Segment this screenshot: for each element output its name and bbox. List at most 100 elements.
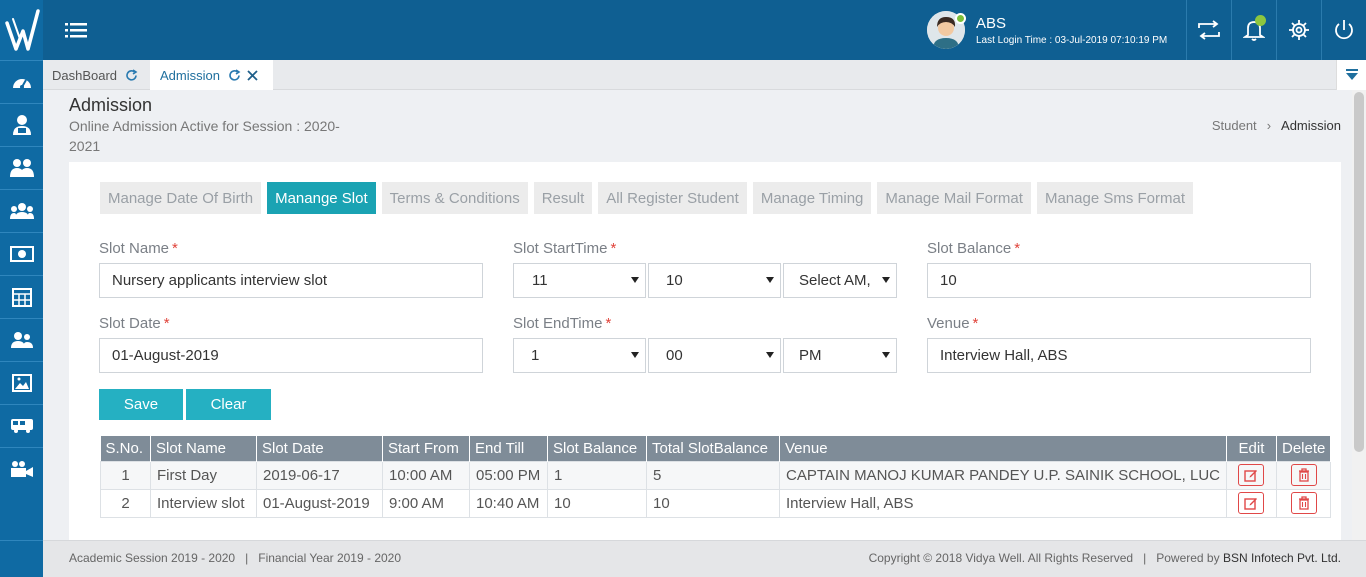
slot-name-label-text: Slot Name [99, 240, 170, 257]
menu-toggle-button[interactable] [65, 20, 87, 40]
slot-table: S.No. Slot Name Slot Date Start From End… [100, 436, 1332, 518]
footer-session-info: Academic Session 2019 - 2020 | Financial… [69, 551, 401, 565]
cell-venue: CAPTAIN MANOJ KUMAR PANDEY U.P. SAINIK S… [779, 460, 1227, 490]
subtab-manage-timing[interactable]: Manage Timing [752, 182, 872, 214]
start-ampm-value: Select AM, [799, 272, 871, 289]
powered-by-prefix: Powered by [1156, 551, 1220, 565]
clear-button[interactable]: Clear [186, 389, 271, 420]
end-minute-select[interactable]: 00 [648, 338, 781, 373]
edit-button[interactable] [1238, 464, 1265, 486]
app-logo[interactable] [0, 0, 43, 60]
subtab-manage-slot[interactable]: Manange Slot [267, 182, 376, 214]
refresh-icon[interactable] [125, 68, 138, 82]
logout-button[interactable] [1321, 0, 1366, 60]
start-ampm-select[interactable]: Select AM, [783, 263, 897, 298]
nav-transport[interactable] [0, 404, 43, 447]
subtab-manage-mail-format[interactable]: Manage Mail Format [877, 182, 1031, 214]
nav-dashboard[interactable] [0, 60, 43, 103]
edit-icon [1244, 470, 1258, 482]
tab-dashboard-label: DashBoard [52, 67, 118, 83]
trash-icon [1298, 468, 1309, 482]
slot-name-label: Slot Name * [99, 240, 178, 257]
slot-date-input[interactable]: 01-August-2019 [99, 338, 483, 373]
breadcrumb-current: Admission [1281, 118, 1341, 133]
edit-button[interactable] [1238, 492, 1265, 514]
notification-badge [1255, 15, 1266, 26]
nav-staff[interactable] [0, 146, 43, 189]
subtab-all-register-student[interactable]: All Register Student [598, 182, 747, 214]
video-icon [10, 461, 33, 477]
nav-calendar[interactable] [0, 275, 43, 318]
powered-by-company[interactable]: BSN Infotech Pvt. Ltd. [1223, 551, 1341, 565]
parents-icon [10, 332, 33, 348]
slot-balance-input[interactable]: 10 [927, 263, 1311, 298]
gear-icon [1289, 20, 1309, 40]
scrollbar-thumb[interactable] [1354, 92, 1364, 452]
required-mark: * [972, 315, 979, 332]
student-icon [12, 115, 31, 135]
tab-dashboard[interactable]: DashBoard [43, 60, 150, 90]
venue-input[interactable]: Interview Hall, ABS [927, 338, 1311, 373]
nav-parents[interactable] [0, 318, 43, 361]
chevron-down-icon [631, 277, 639, 283]
notifications-button[interactable] [1231, 0, 1276, 60]
page-subtitle: Online Admission Active for Session : 20… [69, 118, 340, 154]
last-login-time: Last Login Time : 03-Jul-2019 07:10:19 P… [976, 35, 1168, 46]
start-minute-select[interactable]: 10 [648, 263, 781, 298]
dashboard-icon [12, 79, 31, 89]
subtab-manage-dob[interactable]: Manage Date Of Birth [100, 182, 262, 214]
breadcrumb-separator: › [1266, 118, 1272, 133]
refresh-icon[interactable] [228, 68, 241, 82]
slot-balance-label-text: Slot Balance [927, 240, 1012, 257]
breadcrumb-parent[interactable]: Student [1212, 118, 1257, 133]
switch-button[interactable] [1186, 0, 1231, 60]
nav-student[interactable] [0, 103, 43, 146]
tab-admission[interactable]: Admission [150, 60, 273, 90]
copyright-text: Copyright © 2018 Vidya Well. All Rights … [868, 551, 1134, 565]
save-button[interactable]: Save [99, 389, 183, 420]
column-header-slot-date: Slot Date [256, 436, 383, 461]
nav-fees[interactable] [0, 232, 43, 275]
start-hour-select[interactable]: 11 [513, 263, 646, 298]
cell-total-slot-balance: 5 [646, 460, 780, 490]
nav-video[interactable] [0, 447, 43, 490]
column-header-total-slot-balance: Total SlotBalance [646, 436, 780, 461]
tab-admission-label: Admission [160, 67, 220, 83]
delete-button[interactable] [1290, 492, 1317, 514]
footer-separator: | [1143, 551, 1147, 565]
column-header-start-from: Start From [382, 436, 470, 461]
page-title: Admission [69, 95, 153, 115]
table-row: 1 First Day 2019-06-17 10:00 AM 05:00 PM… [100, 460, 1332, 490]
slot-balance-value: 10 [940, 272, 957, 289]
logo-icon [4, 9, 40, 51]
required-mark: * [610, 240, 617, 257]
close-icon[interactable] [247, 69, 258, 81]
settings-button[interactable] [1276, 0, 1321, 60]
slot-end-time-label-text: Slot EndTime [513, 315, 603, 332]
slot-date-label: Slot Date * [99, 315, 170, 332]
end-hour-value: 1 [531, 347, 540, 364]
cell-total-slot-balance: 10 [646, 488, 780, 518]
edit-icon [1244, 498, 1258, 510]
nav-users[interactable] [0, 189, 43, 232]
cell-slot-date: 2019-06-17 [256, 460, 383, 490]
page-footer: Academic Session 2019 - 2020 | Financial… [43, 540, 1366, 577]
subtab-manage-sms-format[interactable]: Manage Sms Format [1036, 182, 1193, 214]
slot-name-value: Nursery applicants interview slot [112, 272, 328, 289]
tabs-dropdown-button[interactable] [1336, 60, 1366, 90]
cell-start-from: 10:00 AM [382, 460, 470, 490]
user-name[interactable]: ABS [976, 15, 1006, 32]
nav-gallery[interactable] [0, 361, 43, 404]
slot-balance-label: Slot Balance * [927, 240, 1020, 257]
delete-button[interactable] [1290, 464, 1317, 486]
footer-copyright-info: Copyright © 2018 Vidya Well. All Rights … [869, 551, 1341, 565]
subtab-result[interactable]: Result [533, 182, 593, 214]
cell-edit [1225, 460, 1277, 490]
cell-delete [1275, 460, 1332, 490]
end-ampm-select[interactable]: PM [783, 338, 897, 373]
required-mark: * [605, 315, 612, 332]
slot-name-input[interactable]: Nursery applicants interview slot [99, 263, 483, 298]
subtab-terms[interactable]: Terms & Conditions [381, 182, 528, 214]
chevron-down-icon [631, 352, 639, 358]
end-hour-select[interactable]: 1 [513, 338, 646, 373]
